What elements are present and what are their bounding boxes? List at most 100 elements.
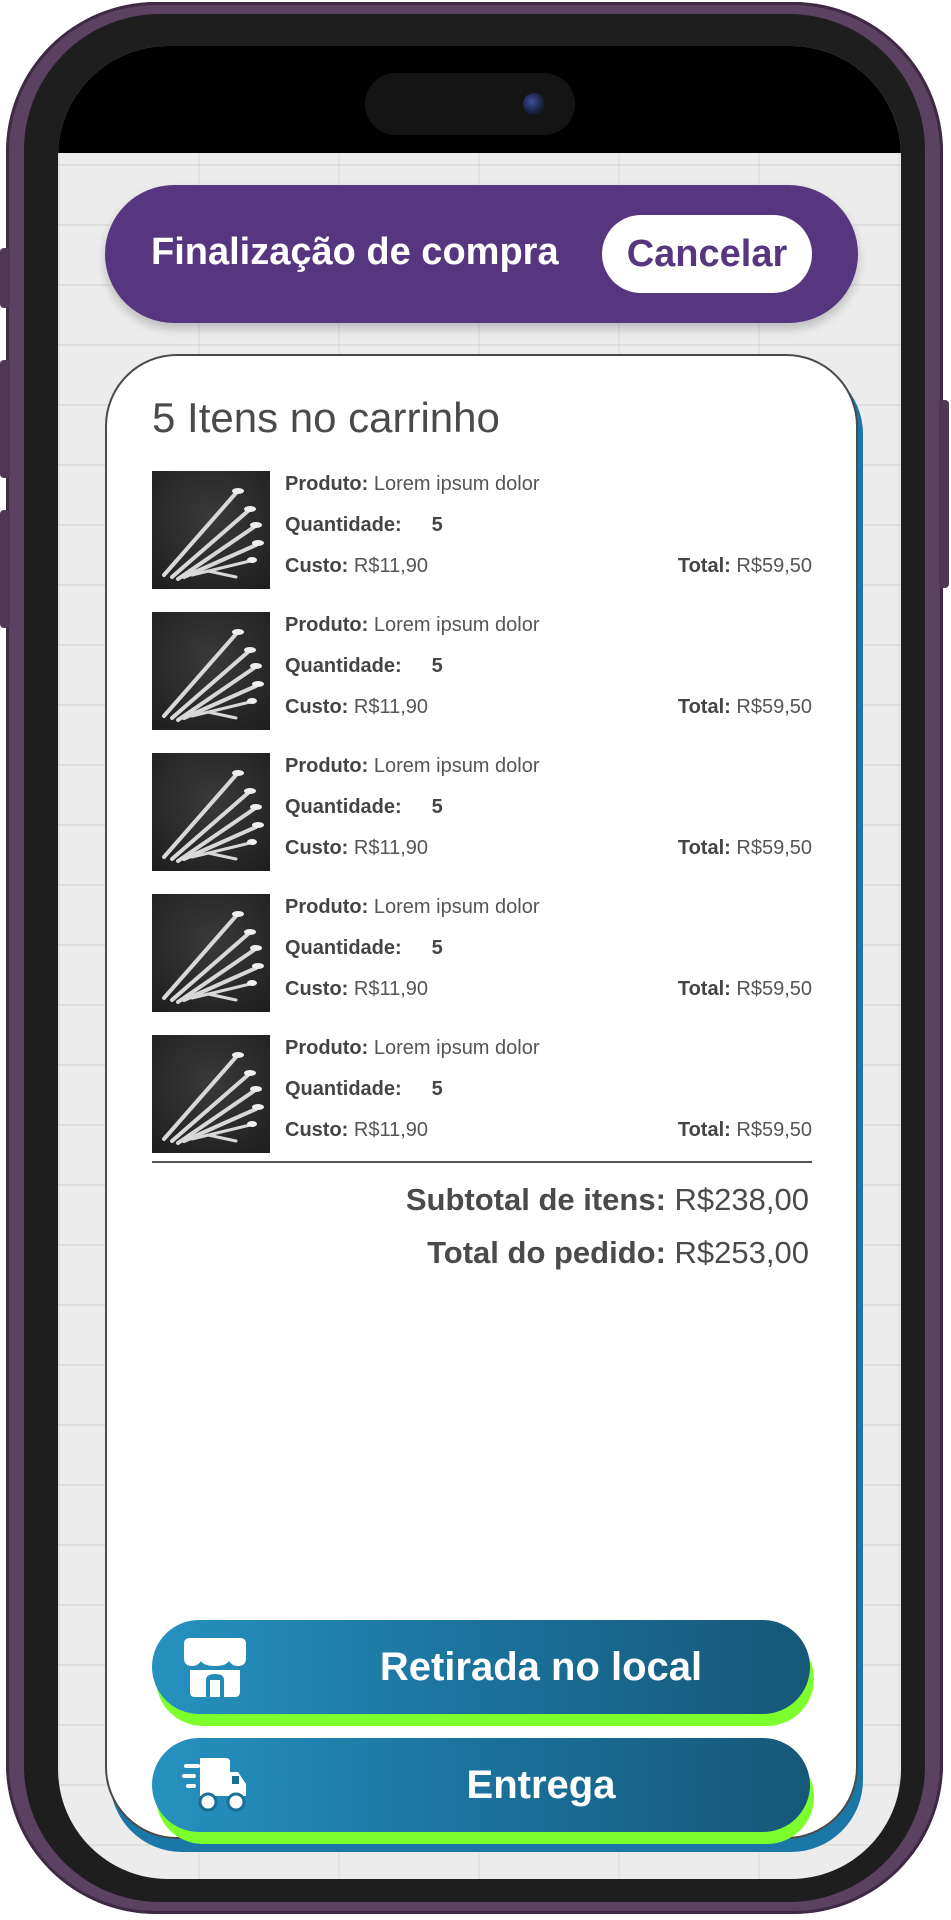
cart-item: Produto: Lorem ipsum dolor Quantidade: 5 Cu… <box>152 612 812 730</box>
product-label: Produto: <box>285 755 369 777</box>
cost-value: R$11,90 <box>353 837 429 859</box>
camera-icon <box>523 93 545 115</box>
cart-item: Produto: Lorem ipsum dolor Quantidade: 5 Cu… <box>152 1035 812 1153</box>
product-label: Produto: <box>285 1037 369 1059</box>
cost-label: Custo: <box>285 978 349 1000</box>
quantity-label: Quantidade: <box>285 937 402 959</box>
total-label: Total: <box>677 1119 731 1141</box>
cancel-button[interactable]: Cancelar <box>602 215 812 293</box>
checkout-header: Finalização de compra Cancelar <box>105 185 858 323</box>
cost-value: R$11,90 <box>353 978 429 1000</box>
cart-title: 5 Itens no carrinho <box>152 394 500 441</box>
subtotal-row: Subtotal de itens: R$238,00 <box>406 1182 809 1218</box>
product-image <box>152 471 270 589</box>
power-button <box>939 400 949 588</box>
total-label: Total: <box>677 555 731 577</box>
delivery-label: Entrega <box>466 1763 616 1807</box>
quantity-line: Quantidade: 5 <box>285 937 443 960</box>
product-line: Produto: Lorem ipsum dolor <box>285 614 540 637</box>
cost-line: Custo: R$11,90 <box>285 696 428 719</box>
subtotal-value: R$238,00 <box>674 1182 809 1217</box>
page-title: Finalização de compra <box>151 231 559 273</box>
product-image <box>152 612 270 730</box>
product-line: Produto: Lorem ipsum dolor <box>285 1037 540 1060</box>
item-total-line: Total: R$59,50 <box>678 978 812 1001</box>
delivery-button[interactable]: Entrega <box>152 1738 810 1832</box>
total-value: R$59,50 <box>736 696 812 718</box>
total-value: R$59,50 <box>736 555 812 577</box>
quantity-value: 5 <box>431 655 443 677</box>
delivery-action: Entrega <box>152 1738 814 1846</box>
divider <box>152 1161 812 1163</box>
product-label: Produto: <box>285 473 369 495</box>
quantity-value: 5 <box>431 937 443 959</box>
product-image <box>152 753 270 871</box>
cost-label: Custo: <box>285 696 349 718</box>
product-image <box>152 894 270 1012</box>
total-value: R$59,50 <box>736 1119 812 1141</box>
quantity-line: Quantidade: 5 <box>285 796 443 819</box>
total-value: R$59,50 <box>736 837 812 859</box>
cost-label: Custo: <box>285 555 349 577</box>
product-line: Produto: Lorem ipsum dolor <box>285 755 540 778</box>
storefront-icon <box>184 1638 246 1697</box>
quantity-line: Quantidade: 5 <box>285 514 443 537</box>
cart-item: Produto: Lorem ipsum dolor Quantidade: 5 Cu… <box>152 753 812 871</box>
pickup-button[interactable]: Retirada no local <box>152 1620 810 1714</box>
item-total-line: Total: R$59,50 <box>678 837 812 860</box>
volume-up-button <box>0 360 10 478</box>
item-total-line: Total: R$59,50 <box>678 696 812 719</box>
total-label: Total: <box>677 837 731 859</box>
cost-line: Custo: R$11,90 <box>285 978 428 1001</box>
product-name: Lorem ipsum dolor <box>373 473 540 495</box>
total-value: R$59,50 <box>736 978 812 1000</box>
pickup-action: Retirada no local <box>152 1620 814 1728</box>
product-label: Produto: <box>285 896 369 918</box>
order-total-value: R$253,00 <box>674 1235 809 1270</box>
cost-label: Custo: <box>285 837 349 859</box>
cost-label: Custo: <box>285 1119 349 1141</box>
subtotal-label: Subtotal de itens: <box>405 1182 666 1217</box>
product-name: Lorem ipsum dolor <box>373 614 540 636</box>
delivery-truck-icon <box>182 1758 246 1812</box>
phone-frame: Finalização de compra Cancelar 5 Itens n… <box>0 2 949 1914</box>
cost-line: Custo: R$11,90 <box>285 1119 428 1142</box>
product-label: Produto: <box>285 614 369 636</box>
total-label: Total: <box>677 696 731 718</box>
cart-item: Produto: Lorem ipsum dolor Quantidade: 5 Cu… <box>152 894 812 1012</box>
quantity-value: 5 <box>431 514 443 536</box>
dynamic-island <box>365 73 575 135</box>
action-button <box>0 248 10 308</box>
cost-line: Custo: R$11,90 <box>285 837 428 860</box>
quantity-value: 5 <box>431 796 443 818</box>
cost-line: Custo: R$11,90 <box>285 555 428 578</box>
item-total-line: Total: R$59,50 <box>678 555 812 578</box>
cost-value: R$11,90 <box>353 555 429 577</box>
cost-value: R$11,90 <box>353 696 429 718</box>
quantity-label: Quantidade: <box>285 796 402 818</box>
product-image <box>152 1035 270 1153</box>
product-name: Lorem ipsum dolor <box>373 1037 540 1059</box>
quantity-value: 5 <box>431 1078 443 1100</box>
order-total-label: Total do pedido: <box>427 1235 666 1270</box>
quantity-label: Quantidade: <box>285 514 402 536</box>
product-name: Lorem ipsum dolor <box>373 896 540 918</box>
product-name: Lorem ipsum dolor <box>373 755 540 777</box>
order-total-row: Total do pedido: R$253,00 <box>427 1235 809 1271</box>
product-line: Produto: Lorem ipsum dolor <box>285 896 540 919</box>
quantity-label: Quantidade: <box>285 1078 402 1100</box>
total-label: Total: <box>677 978 731 1000</box>
product-line: Produto: Lorem ipsum dolor <box>285 473 540 496</box>
screen: Finalização de compra Cancelar 5 Itens n… <box>58 46 901 1879</box>
cost-value: R$11,90 <box>353 1119 429 1141</box>
quantity-label: Quantidade: <box>285 655 402 677</box>
pickup-label: Retirada no local <box>379 1645 703 1689</box>
status-bar <box>58 46 901 153</box>
quantity-line: Quantidade: 5 <box>285 655 443 678</box>
volume-down-button <box>0 510 10 628</box>
cart-item: Produto: Lorem ipsum dolor Quantidade: 5 Cu… <box>152 471 812 589</box>
quantity-line: Quantidade: 5 <box>285 1078 443 1101</box>
phone-bezel: Finalização de compra Cancelar 5 Itens n… <box>24 14 925 1902</box>
item-total-line: Total: R$59,50 <box>678 1119 812 1142</box>
cart-card: 5 Itens no carrinho Produto: Lorem ipsum… <box>105 354 858 1844</box>
